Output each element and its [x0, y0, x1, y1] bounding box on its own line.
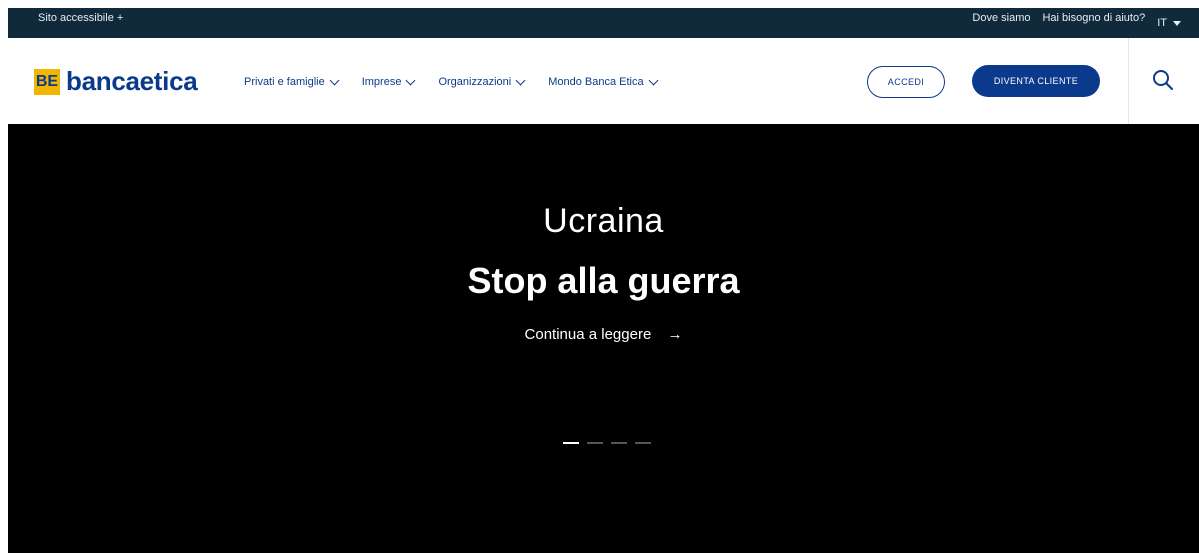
- logo-mark-icon: BE: [34, 68, 60, 95]
- nav-item-imprese[interactable]: Imprese: [361, 75, 416, 88]
- become-client-button[interactable]: DIVENTA CLIENTE: [972, 65, 1100, 97]
- utility-links: Dove siamo Hai bisogno di aiuto? IT: [972, 8, 1181, 38]
- hero-title: Ucraina: [543, 202, 664, 240]
- search-button[interactable]: [1151, 68, 1175, 92]
- carousel-dot-1[interactable]: [563, 442, 579, 444]
- search-icon: [1153, 70, 1173, 90]
- hero-subtitle: Stop alla guerra: [467, 260, 740, 301]
- chevron-down-icon: [329, 75, 340, 86]
- nav-item-label: Privati e famiglie: [244, 76, 325, 88]
- hero-carousel: Ucraina Stop alla guerra Continua a legg…: [8, 124, 1199, 553]
- main-navigation: Privati e famiglie Imprese Organizzazion…: [244, 75, 659, 88]
- nav-item-label: Mondo Banca Etica: [548, 76, 644, 88]
- read-more-label: Continua a leggere: [524, 326, 652, 343]
- carousel-indicators: [563, 442, 651, 444]
- page-frame: Sito accessibile + Dove siamo Hai bisogn…: [8, 8, 1199, 553]
- main-header: BE bancaetica Privati e famiglie Imprese…: [8, 38, 1199, 125]
- login-button[interactable]: ACCEDI: [867, 66, 945, 98]
- caret-down-icon: [1173, 20, 1181, 26]
- chevron-down-icon: [648, 75, 659, 86]
- carousel-dot-4[interactable]: [635, 442, 651, 444]
- chevron-down-icon: [406, 75, 416, 86]
- brand-name: bancaetica: [66, 66, 198, 96]
- brand-logo[interactable]: BE bancaetica: [34, 66, 198, 97]
- nav-item-label: Imprese: [361, 76, 402, 88]
- nav-item-mondo-banca-etica[interactable]: Mondo Banca Etica: [548, 75, 659, 88]
- chevron-down-icon: [515, 75, 526, 86]
- nav-item-organizzazioni[interactable]: Organizzazioni: [438, 75, 526, 88]
- accessible-site-link[interactable]: Sito accessibile +: [38, 8, 123, 38]
- language-label: IT: [1157, 17, 1167, 29]
- arrow-right-icon: →: [667, 326, 683, 343]
- language-selector[interactable]: IT: [1157, 8, 1181, 38]
- carousel-dot-3[interactable]: [611, 442, 627, 444]
- nav-item-label: Organizzazioni: [438, 76, 512, 88]
- where-we-are-link[interactable]: Dove siamo: [972, 8, 1030, 38]
- utility-bar: Sito accessibile + Dove siamo Hai bisogn…: [8, 8, 1199, 38]
- carousel-dot-2[interactable]: [587, 442, 603, 444]
- nav-item-privati[interactable]: Privati e famiglie: [244, 75, 340, 88]
- read-more-link[interactable]: Continua a leggere →: [8, 326, 1199, 343]
- help-link[interactable]: Hai bisogno di aiuto?: [1042, 8, 1145, 38]
- header-divider: [1128, 38, 1129, 124]
- accessible-site-label[interactable]: Sito accessibile +: [38, 12, 123, 24]
